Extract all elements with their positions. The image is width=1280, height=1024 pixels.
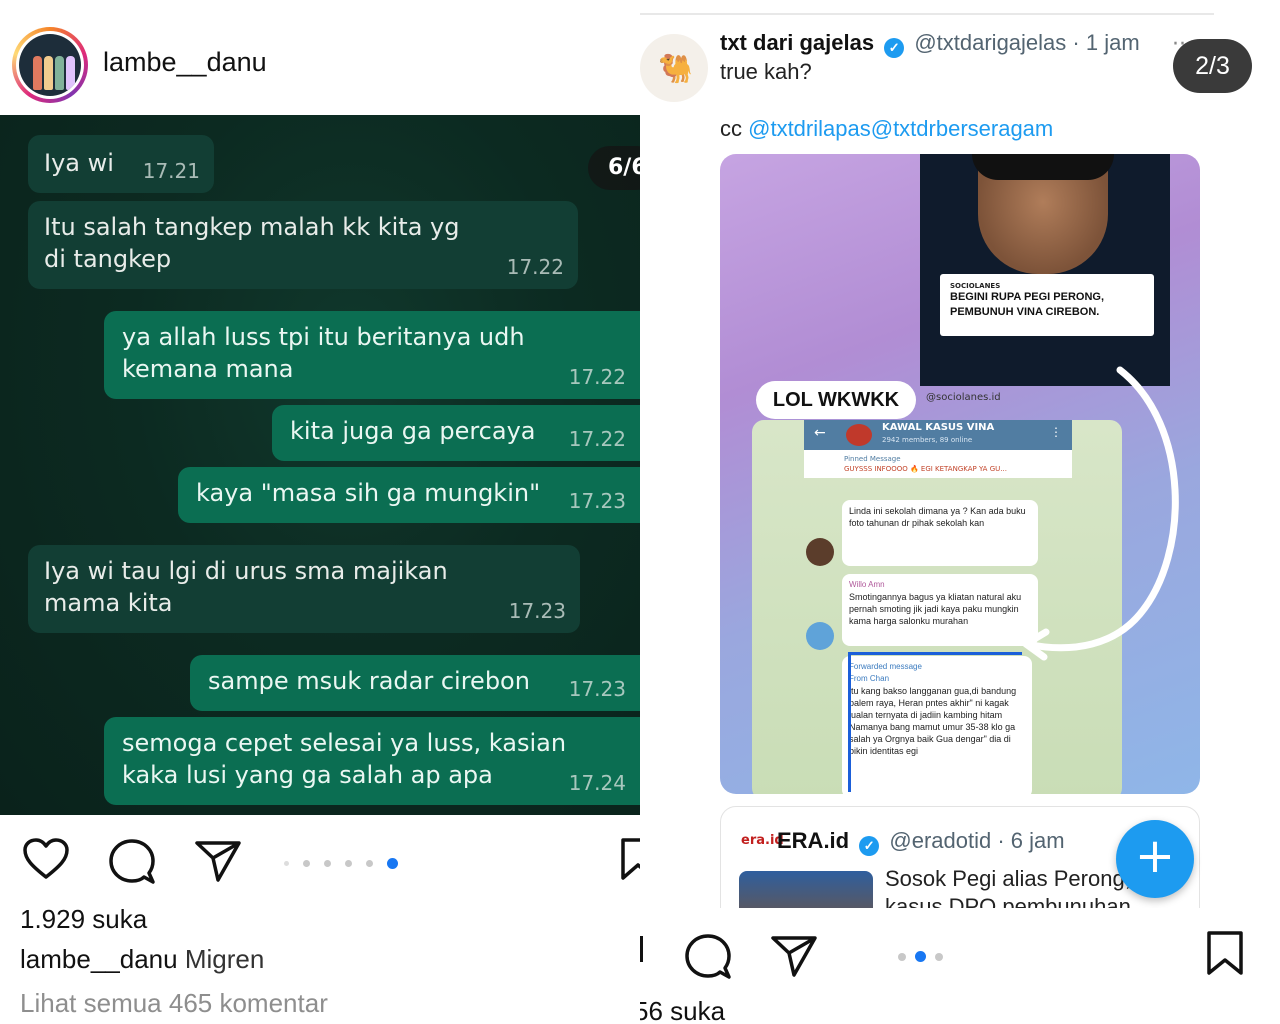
news-headline-card: SOCIOLANES BEGINI RUPA PEGI PERONG, PEMB… — [940, 274, 1154, 336]
carousel-dots — [284, 853, 407, 869]
message-time: 17.23 — [568, 489, 626, 513]
post-header: lambe__danu — [0, 0, 640, 115]
group-title: KAWAL KASUS VINA — [882, 422, 995, 433]
group-subtitle: 2942 members, 89 online — [882, 436, 973, 444]
message-time: 17.23 — [568, 677, 626, 701]
message-text: Smotingannya bagus ya kliatan natural ak… — [849, 592, 1022, 626]
tweet-media: SOCIOLANES BEGINI RUPA PEGI PERONG, PEMB… — [720, 154, 1200, 794]
message-text: ya allah luss tpi itu beritanya udh kema… — [122, 323, 525, 383]
group-avatar — [846, 424, 872, 446]
carousel-dot — [935, 952, 943, 961]
chat-message: Itu salah tangkep malah kk kita yg di ta… — [28, 201, 578, 289]
verified-icon: ✓ — [859, 836, 880, 856]
quoted-author: ERA.id ✓ @eradotid · 6 jam — [777, 828, 1065, 856]
hair-shape — [972, 154, 1114, 180]
avatar[interactable] — [12, 27, 88, 103]
message-text: sampe msuk radar cirebon — [208, 667, 530, 695]
caption-username[interactable]: lambe__danu — [20, 944, 178, 974]
slide-counter: 2/3 — [1173, 39, 1252, 93]
sender-avatar — [806, 622, 834, 650]
chat-message: semoga cepet selesai ya luss, kasian kak… — [104, 717, 640, 805]
bookmark-icon[interactable] — [620, 837, 640, 881]
heart-icon[interactable] — [22, 837, 70, 881]
source-label: @sociolanes.id — [926, 392, 1001, 403]
message-time: 17.21 — [142, 159, 200, 183]
carousel-dot-active — [915, 951, 926, 962]
sticker-label: LOL WKWKK — [756, 381, 916, 419]
username[interactable]: lambe__danu — [103, 47, 267, 78]
heart-icon-edge — [640, 936, 643, 962]
comment-icon[interactable] — [108, 837, 156, 885]
caption-text: Migren — [184, 944, 265, 974]
message-time: 17.22 — [506, 255, 564, 279]
message-text: kaya "masa sih ga mungkin" — [196, 479, 541, 507]
camel-icon: 🐫 — [658, 52, 693, 85]
chat-message: ya allah luss tpi itu beritanya udh kema… — [104, 311, 640, 399]
message-text: Itu salah tangkep malah kk kita yg di ta… — [44, 213, 460, 273]
share-icon[interactable] — [194, 839, 242, 883]
comment-icon[interactable] — [684, 932, 732, 980]
sender-name: Willo Amn — [849, 580, 885, 589]
carousel-dot — [284, 861, 289, 866]
message-text: Iya wi — [44, 149, 114, 177]
chat-message: Iya wi 17.21 — [28, 135, 214, 193]
quoted-time: · 6 jam — [997, 828, 1065, 853]
tweet-cc: cc @txtdrilapas@txtdrberseragam — [720, 116, 1053, 142]
chat-message: kaya "masa sih ga mungkin" 17.23 ✓✓ — [178, 467, 640, 523]
sender-avatar — [806, 538, 834, 566]
message-time: 17.22 — [568, 365, 626, 389]
tweet-handle: @txtdarigajelas — [914, 30, 1067, 55]
quoted-handle: @eradotid — [889, 828, 992, 853]
chat-screenshot: 6/6 Iya wi 17.21 Itu salah tangkep malah… — [0, 115, 640, 815]
cc-label: cc — [720, 116, 742, 141]
message-text: Linda ini sekolah dimana ya ? Kan ada bu… — [849, 506, 1026, 528]
action-bar: 56 suka — [640, 908, 1280, 1024]
pinned-text: GUYSSS INFOOOO 🔥 EGI KETANGKAP YA GU... — [844, 465, 1007, 473]
chat-message: Iya wi tau lgi di urus sma majikan mama … — [28, 545, 580, 633]
chat-message: sampe msuk radar cirebon 17.23 ✓✓ — [190, 655, 640, 711]
telegram-message: Linda ini sekolah dimana ya ? Kan ada bu… — [842, 500, 1038, 566]
message-time: 17.22 — [568, 427, 626, 451]
quoted-author-name: ERA.id — [777, 828, 850, 853]
news-photo: SOCIOLANES BEGINI RUPA PEGI PERONG, PEMB… — [920, 154, 1170, 386]
view-comments-link[interactable]: Lihat semua 465 komentar — [20, 988, 328, 1019]
message-text: Iya wi tau lgi di urus sma majikan mama … — [44, 557, 448, 617]
compose-button: + — [1116, 820, 1194, 898]
mention-link: @txtdrilapas — [748, 116, 871, 141]
instagram-post-right: 🐫 txt dari gajelas ✓ @txtdarigajelas · 1… — [640, 0, 1280, 1024]
message-text: kita juga ga percaya — [290, 417, 536, 445]
telegram-message: Willo Amn Smotingannya bagus ya kliatan … — [842, 574, 1038, 646]
message-time: 17.23 — [508, 599, 566, 623]
tweet-avatar: 🐫 — [640, 34, 708, 102]
like-count[interactable]: 1.929 suka — [20, 904, 147, 935]
verified-icon: ✓ — [884, 38, 905, 58]
pinned-label: Pinned Message — [844, 455, 901, 463]
chat-message: kita juga ga percaya 17.22 ✓✓ — [272, 405, 640, 461]
mention-link: @txtdrberseragam — [870, 116, 1054, 141]
news-brand: SOCIOLANES — [950, 282, 1001, 290]
tweet-text: true kah? — [720, 59, 812, 84]
divider — [640, 13, 1214, 15]
carousel-dots — [898, 946, 952, 965]
share-icon[interactable] — [770, 934, 818, 978]
carousel-dot — [898, 952, 906, 961]
like-count[interactable]: 56 suka — [640, 996, 725, 1024]
tweet-author: txt dari gajelas ✓ @txtdarigajelas · 1 j… — [720, 30, 1140, 58]
caption: lambe__danu Migren — [20, 944, 264, 975]
message-time: 17.24 — [568, 771, 626, 795]
tweet-author-name: txt dari gajelas — [720, 30, 875, 55]
arrow-annotation — [1022, 366, 1179, 661]
bookmark-icon[interactable] — [1206, 930, 1244, 976]
message-text: semoga cepet selesai ya luss, kasian kak… — [122, 729, 567, 789]
news-headline: BEGINI RUPA PEGI PERONG, PEMBUNUH VINA C… — [950, 291, 1105, 318]
highlight-frame — [848, 652, 1022, 792]
tweet-time: · 1 jam — [1072, 30, 1140, 55]
instagram-post-left: lambe__danu 6/6 Iya wi 17.21 Itu salah t… — [0, 0, 640, 1024]
slide-counter: 6/6 — [588, 146, 640, 190]
back-arrow-icon: ← — [814, 425, 826, 441]
